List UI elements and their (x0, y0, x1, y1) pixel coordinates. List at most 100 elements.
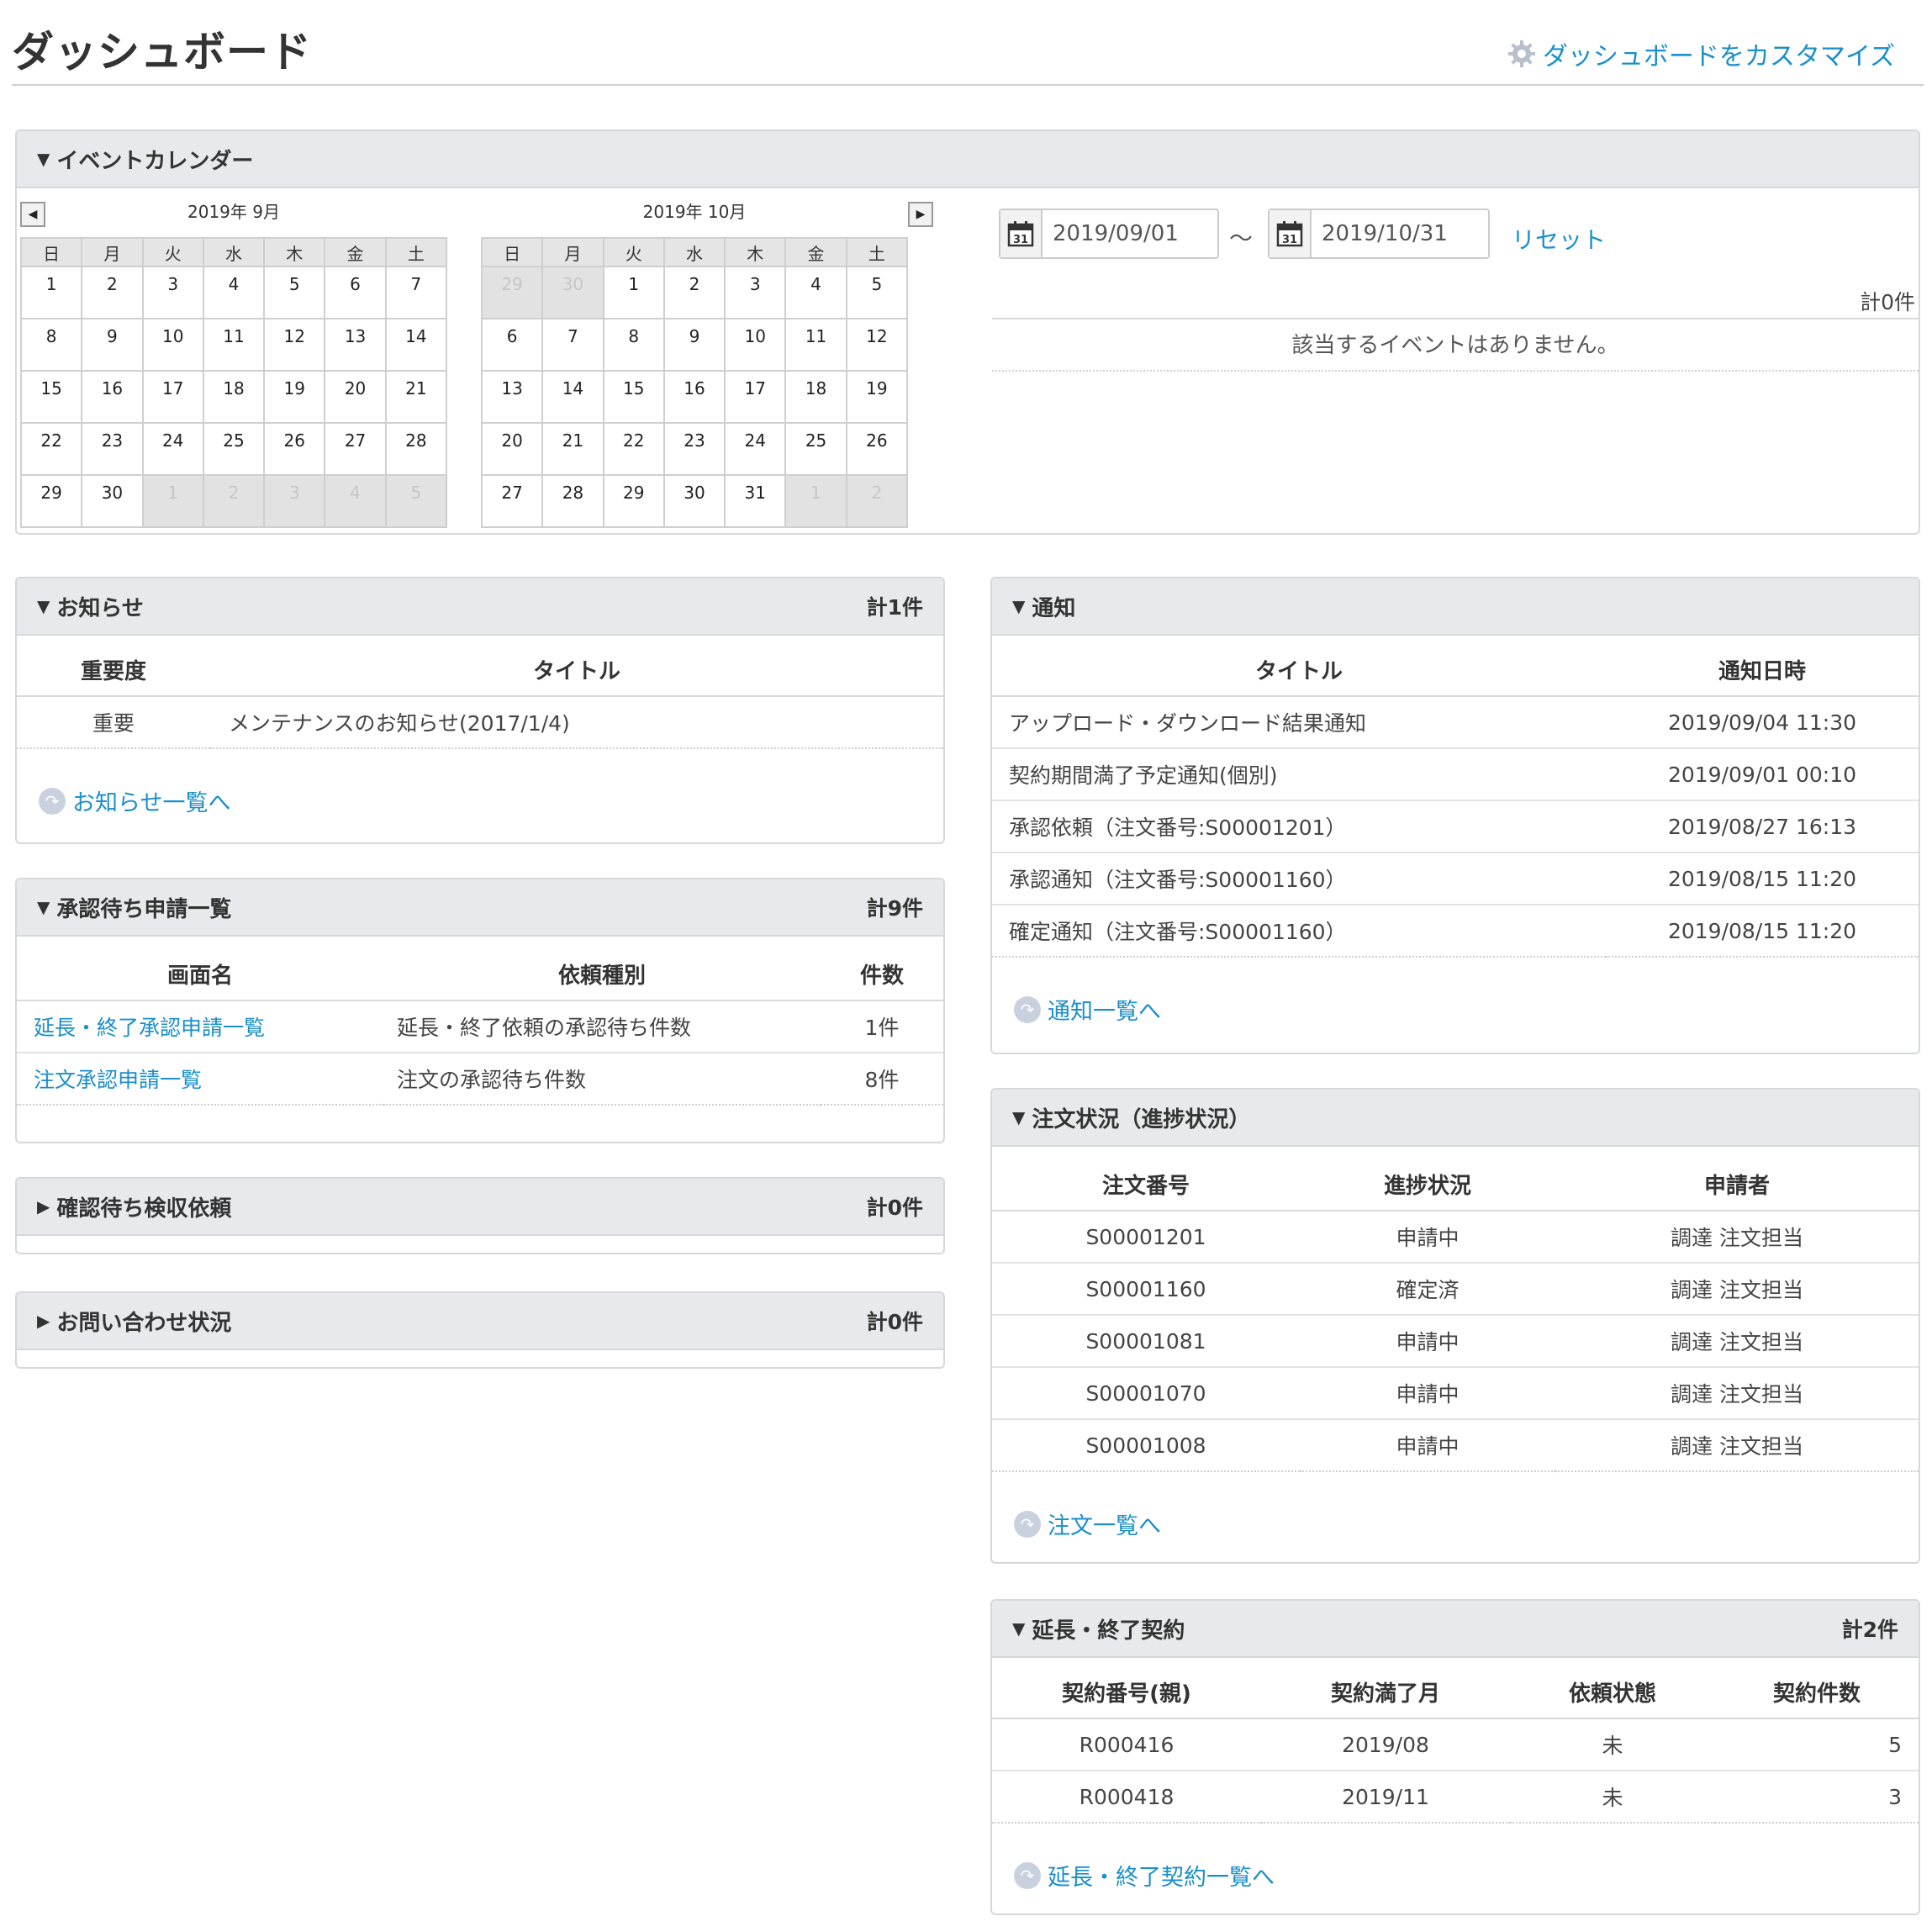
calendar-day[interactable]: 18 (784, 370, 847, 424)
calendar-day[interactable]: 11 (202, 318, 266, 372)
calendar-day[interactable]: 15 (602, 370, 665, 424)
date-from-field[interactable]: 31 (999, 209, 1219, 259)
table-row[interactable]: S00001160 確定済 調達 注文担当 (992, 1263, 1919, 1316)
table-row[interactable]: S00001201 申請中 調達 注文担当 (992, 1211, 1919, 1264)
calendar-day[interactable]: 30 (662, 474, 726, 528)
calendar-day[interactable]: 13 (324, 318, 387, 372)
calendar-day[interactable]: 2 (662, 266, 726, 319)
calendar-day[interactable]: 4 (202, 266, 266, 319)
date-to-input[interactable] (1312, 221, 1471, 246)
order-list-link[interactable]: ↷ 注文一覧へ (1014, 1507, 1919, 1540)
calendar-day[interactable]: 10 (141, 318, 204, 372)
customize-dashboard-link[interactable]: ダッシュボードをカスタマイズ (1507, 35, 1895, 72)
contract-header[interactable]: ▼ 延長・終了契約 計2件 (992, 1601, 1919, 1658)
calendar-day[interactable]: 2 (81, 266, 144, 319)
calendar-day[interactable]: 30 (541, 266, 604, 319)
reset-link[interactable]: リセット (1512, 222, 1606, 256)
calendar-day[interactable]: 10 (724, 318, 787, 372)
calendar-day[interactable]: 16 (81, 370, 144, 424)
calendar-day[interactable]: 1 (19, 266, 83, 319)
calendar-day[interactable]: 29 (19, 474, 83, 528)
calendar-day[interactable]: 7 (384, 266, 448, 319)
calendar-day[interactable]: 4 (784, 266, 847, 319)
calendar-day[interactable]: 1 (141, 474, 204, 528)
calendar-day[interactable]: 14 (384, 318, 448, 372)
table-row[interactable]: 延長・終了承認申請一覧 延長・終了依頼の承認待ち件数 1件 (17, 1000, 943, 1053)
calendar-day[interactable]: 8 (19, 318, 83, 372)
table-row[interactable]: S00001081 申請中 調達 注文担当 (992, 1315, 1919, 1368)
link-label[interactable]: 延長・終了契約一覧へ (1048, 1859, 1275, 1892)
calendar-day[interactable]: 19 (263, 370, 326, 424)
calendar-day[interactable]: 23 (662, 422, 726, 476)
calendar-day[interactable]: 20 (324, 370, 387, 424)
date-from-input[interactable] (1043, 221, 1202, 246)
calendar-icon[interactable]: 31 (1000, 210, 1043, 257)
inquiry-header[interactable]: ▶ お問い合わせ状況 計0件 (17, 1293, 943, 1350)
table-row[interactable]: R000418 2019/11 未 3 (992, 1771, 1919, 1824)
notification-title-cell[interactable]: アップロード・ダウンロード結果通知 (992, 696, 1606, 749)
calendar-day[interactable]: 4 (324, 474, 387, 528)
link-label[interactable]: お知らせ一覧へ (72, 784, 230, 817)
calendar-day[interactable]: 16 (662, 370, 726, 424)
calendar-day[interactable]: 3 (724, 266, 787, 319)
calendar-icon[interactable]: 31 (1270, 210, 1312, 257)
calendar-day[interactable]: 29 (602, 474, 665, 528)
calendar-day[interactable]: 2 (202, 474, 266, 528)
calendar-day[interactable]: 12 (845, 318, 909, 372)
calendar-day[interactable]: 3 (263, 474, 326, 528)
calendar-day[interactable]: 1 (602, 266, 665, 319)
calendar-day[interactable]: 31 (724, 474, 787, 528)
table-row[interactable]: 承認依頼（注文番号:S00001201） 2019/08/27 16:13 (992, 800, 1919, 853)
table-row[interactable]: 重要 メンテナンスのお知らせ(2017/1/4) (17, 696, 943, 749)
calendar-day[interactable]: 23 (81, 422, 144, 476)
table-row[interactable]: 確定通知（注文番号:S00001160） 2019/08/15 11:20 (992, 905, 1919, 958)
calendar-day[interactable]: 28 (541, 474, 604, 528)
order-status-header[interactable]: ▼ 注文状況（進捗状況） (992, 1090, 1919, 1147)
calendar-day[interactable]: 29 (480, 266, 544, 319)
calendar-day[interactable]: 28 (384, 422, 448, 476)
table-row[interactable]: アップロード・ダウンロード結果通知 2019/09/04 11:30 (992, 696, 1919, 749)
table-row[interactable]: S00001070 申請中 調達 注文担当 (992, 1367, 1919, 1420)
calendar-day[interactable]: 15 (19, 370, 83, 424)
calendar-day[interactable]: 22 (602, 422, 665, 476)
screen-name-link[interactable]: 注文承認申請一覧 (17, 1053, 383, 1106)
notification-title-cell[interactable]: 契約期間満了予定通知(個別) (992, 748, 1606, 801)
link-label[interactable]: 通知一覧へ (1048, 993, 1161, 1026)
calendar-day[interactable]: 12 (263, 318, 326, 372)
link-label[interactable]: 注文一覧へ (1048, 1507, 1161, 1540)
inspection-header[interactable]: ▶ 確認待ち検収依頼 計0件 (17, 1179, 943, 1236)
calendar-day[interactable]: 7 (541, 318, 604, 372)
notification-list-link[interactable]: ↷ 通知一覧へ (1014, 993, 1919, 1026)
notice-list-link[interactable]: ↷ お知らせ一覧へ (39, 784, 943, 817)
calendar-day[interactable]: 21 (541, 422, 604, 476)
calendar-day[interactable]: 6 (480, 318, 544, 372)
calendar-day[interactable]: 5 (263, 266, 326, 319)
calendar-day[interactable]: 5 (845, 266, 909, 319)
calendar-day[interactable]: 3 (141, 266, 204, 319)
table-row[interactable]: R000416 2019/08 未 5 (992, 1718, 1919, 1771)
approval-header[interactable]: ▼ 承認待ち申請一覧 計9件 (17, 879, 943, 937)
table-row[interactable]: 承認通知（注文番号:S00001160） 2019/08/15 11:20 (992, 853, 1919, 905)
calendar-day[interactable]: 17 (141, 370, 204, 424)
notice-header[interactable]: ▼ お知らせ 計1件 (17, 578, 943, 636)
calendar-day[interactable]: 17 (724, 370, 787, 424)
notification-title-cell[interactable]: 確定通知（注文番号:S00001160） (992, 905, 1606, 958)
calendar-day[interactable]: 2 (845, 474, 909, 528)
calendar-day[interactable]: 8 (602, 318, 665, 372)
calendar-day[interactable]: 5 (384, 474, 448, 528)
date-to-field[interactable]: 31 (1268, 209, 1490, 259)
notification-title-cell[interactable]: 承認通知（注文番号:S00001160） (992, 853, 1606, 905)
contract-list-link[interactable]: ↷ 延長・終了契約一覧へ (1014, 1859, 1919, 1892)
calendar-day[interactable]: 25 (784, 422, 847, 476)
calendar-day[interactable]: 25 (202, 422, 266, 476)
calendar-day[interactable]: 30 (81, 474, 144, 528)
calendar-day[interactable]: 1 (784, 474, 847, 528)
next-month-button[interactable]: ▶ (908, 202, 933, 227)
calendar-day[interactable]: 27 (480, 474, 544, 528)
notification-title-cell[interactable]: 承認依頼（注文番号:S00001201） (992, 800, 1606, 853)
screen-name-link[interactable]: 延長・終了承認申請一覧 (17, 1000, 383, 1053)
notification-header[interactable]: ▼ 通知 (992, 578, 1919, 636)
calendar-day[interactable]: 20 (480, 422, 544, 476)
calendar-day[interactable]: 24 (724, 422, 787, 476)
calendar-day[interactable]: 21 (384, 370, 448, 424)
